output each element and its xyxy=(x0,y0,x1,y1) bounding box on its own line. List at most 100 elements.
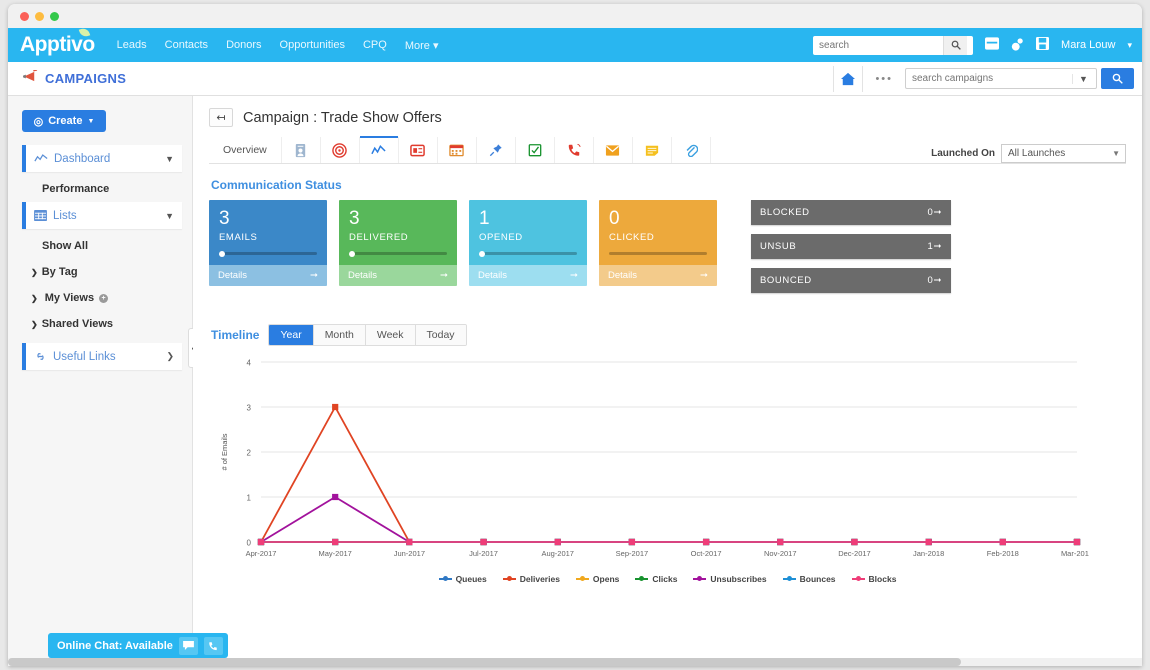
side-card-bounced[interactable]: BOUNCED 0➞ xyxy=(751,268,951,293)
global-search-button[interactable] xyxy=(943,36,967,55)
maximize-window-button[interactable] xyxy=(50,12,59,21)
tab-target[interactable] xyxy=(321,137,360,163)
nav-link-contacts[interactable]: Contacts xyxy=(165,39,208,51)
global-search-input[interactable] xyxy=(813,40,943,51)
status-card-opened[interactable]: 1 OPENED Details ➞ xyxy=(469,200,587,286)
main-content: ↤ Campaign : Trade Show Offers Overview xyxy=(193,96,1142,666)
sidebar-item-my-views[interactable]: My Views+ xyxy=(22,285,182,311)
card-details-button[interactable]: Details ➞ xyxy=(469,265,587,286)
legend-marker xyxy=(852,578,865,580)
campaign-search-dropdown-icon[interactable]: ▼ xyxy=(1072,74,1094,84)
global-search[interactable] xyxy=(813,36,973,55)
save-icon[interactable] xyxy=(1036,37,1049,53)
legend-item-queues[interactable]: Queues xyxy=(439,574,487,584)
timeline-range-week[interactable]: Week xyxy=(366,325,416,345)
tab-ticket[interactable] xyxy=(399,137,438,163)
sidebar-group-label: Useful Links xyxy=(53,351,116,363)
chevron-right-icon[interactable]: ❯ xyxy=(166,351,174,362)
campaign-search-input[interactable] xyxy=(906,73,1072,84)
launched-on-label: Launched On xyxy=(931,148,995,159)
home-button[interactable] xyxy=(833,66,863,92)
legend-item-opens[interactable]: Opens xyxy=(576,574,619,584)
progress-knob xyxy=(349,251,355,257)
megaphone-icon xyxy=(22,70,39,88)
window-chrome xyxy=(8,4,1142,28)
user-name[interactable]: Mara Louw xyxy=(1061,39,1115,51)
y-axis-label: # of Emails xyxy=(220,433,229,470)
nav-link-leads[interactable]: Leads xyxy=(117,39,147,51)
legend-label: Blocks xyxy=(869,574,897,584)
launched-on-value: All Launches xyxy=(1008,148,1065,159)
status-card-emails[interactable]: 3 EMAILS Details ➞ xyxy=(209,200,327,286)
legend-item-unsubscribes[interactable]: Unsubscribes xyxy=(693,574,766,584)
nav-link-donors[interactable]: Donors xyxy=(226,39,261,51)
legend-item-blocks[interactable]: Blocks xyxy=(852,574,897,584)
legend-label: Deliveries xyxy=(520,574,560,584)
tab-analytics[interactable] xyxy=(360,137,399,163)
close-window-button[interactable] xyxy=(20,12,29,21)
phone-icon[interactable] xyxy=(204,637,223,655)
sidebar-group-lists[interactable]: Lists ▼ xyxy=(22,202,182,229)
nav-link-cpq[interactable]: CPQ xyxy=(363,39,387,51)
online-chat-widget[interactable]: Online Chat: Available xyxy=(48,633,228,658)
card-details-button[interactable]: Details ➞ xyxy=(599,265,717,286)
create-button[interactable]: ◎ Create ▼ xyxy=(22,110,106,132)
chat-bubble-icon[interactable] xyxy=(179,637,198,655)
scrollbar-thumb[interactable] xyxy=(8,658,961,666)
horizontal-scrollbar[interactable] xyxy=(8,658,1142,666)
sidebar-item-by-tag[interactable]: By Tag xyxy=(22,259,182,285)
tab-email[interactable] xyxy=(594,137,633,163)
sidebar-group-useful-links[interactable]: Useful Links ❯ xyxy=(22,343,182,370)
timeline-line-chart[interactable]: 01234# of EmailsApr-2017May-2017Jun-2017… xyxy=(209,352,1089,567)
tab-calendar[interactable] xyxy=(438,137,477,163)
legend-item-bounces[interactable]: Bounces xyxy=(783,574,836,584)
side-card-unsub[interactable]: UNSUB 1➞ xyxy=(751,234,951,259)
sidebar-group-label: Dashboard xyxy=(54,153,110,165)
timeline-range-month[interactable]: Month xyxy=(314,325,366,345)
sidebar-item-show-all[interactable]: Show All xyxy=(22,233,182,259)
tab-pin[interactable] xyxy=(477,137,516,163)
module-bar-right: ••• ▼ xyxy=(833,62,1134,96)
x-axis-tick: Jun-2017 xyxy=(394,549,425,558)
communication-status-title: Communication Status xyxy=(211,178,1126,192)
nav-link-opportunities[interactable]: Opportunities xyxy=(280,39,345,51)
legend-item-clicks[interactable]: Clicks xyxy=(635,574,677,584)
help-icon[interactable] xyxy=(1011,37,1024,54)
apps-icon[interactable] xyxy=(985,37,999,53)
tab-phone-call[interactable] xyxy=(555,137,594,163)
sidebar-item-shared-views[interactable]: Shared Views xyxy=(22,311,182,337)
sidebar-group-dashboard[interactable]: Dashboard ▼ xyxy=(22,145,182,172)
y-axis-tick: 1 xyxy=(247,494,252,503)
launched-on-select[interactable]: All Launches ▼ xyxy=(1001,144,1126,163)
add-view-icon[interactable]: + xyxy=(99,294,108,303)
legend-label: Queues xyxy=(456,574,487,584)
tab-overview[interactable]: Overview xyxy=(209,137,282,163)
minimize-window-button[interactable] xyxy=(35,12,44,21)
user-caret-down-icon[interactable]: ▾ xyxy=(1127,40,1132,51)
timeline-range-group: Year Month Week Today xyxy=(268,324,466,346)
top-nav-right-group: Mara Louw ▾ xyxy=(813,28,1132,62)
tab-notes[interactable] xyxy=(633,137,672,163)
chevron-down-icon[interactable]: ▼ xyxy=(165,211,174,221)
left-sidebar: ◎ Create ▼ Dashboard ▼ Performance Lists… xyxy=(8,96,193,666)
sidebar-item-performance[interactable]: Performance xyxy=(22,176,182,202)
tab-contacts-list[interactable] xyxy=(282,137,321,163)
more-dots-icon[interactable]: ••• xyxy=(863,73,905,85)
side-card-blocked[interactable]: BLOCKED 0➞ xyxy=(751,200,951,225)
grid-icon xyxy=(34,210,47,221)
status-card-clicked[interactable]: 0 CLICKED Details ➞ xyxy=(599,200,717,286)
nav-link-more[interactable]: More ▾ xyxy=(405,39,439,52)
card-details-button[interactable]: Details ➞ xyxy=(209,265,327,286)
card-details-button[interactable]: Details ➞ xyxy=(339,265,457,286)
campaign-search[interactable]: ▼ xyxy=(905,68,1097,89)
back-button[interactable]: ↤ xyxy=(209,108,233,127)
legend-item-deliveries[interactable]: Deliveries xyxy=(503,574,560,584)
chevron-down-icon[interactable]: ▼ xyxy=(165,154,174,164)
tab-attachment[interactable] xyxy=(672,137,711,163)
timeline-range-year[interactable]: Year xyxy=(269,325,313,345)
timeline-range-today[interactable]: Today xyxy=(416,325,466,345)
apptivo-logo[interactable]: Apptivo xyxy=(20,33,95,57)
campaign-search-button[interactable] xyxy=(1101,68,1134,89)
tab-task-checklist[interactable] xyxy=(516,137,555,163)
status-card-delivered[interactable]: 3 DELIVERED Details ➞ xyxy=(339,200,457,286)
